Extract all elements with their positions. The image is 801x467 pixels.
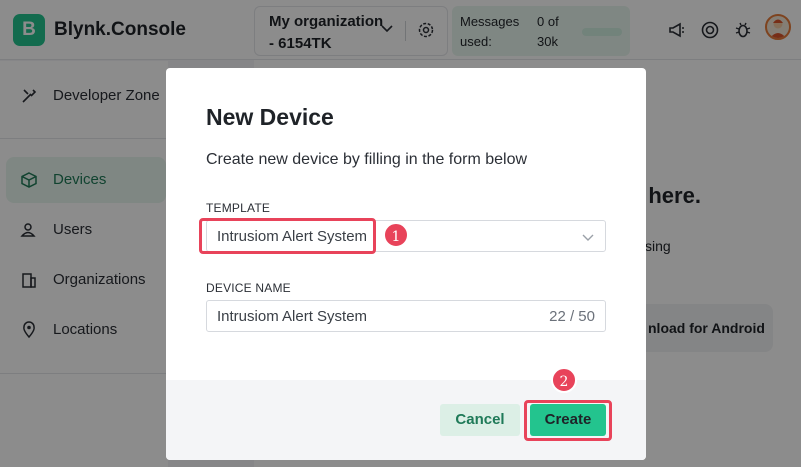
character-counter: 22 / 50 (549, 308, 595, 325)
device-name-label: DEVICE NAME (206, 281, 291, 295)
device-name-field[interactable]: Intrusiom Alert System 22 / 50 (206, 300, 606, 332)
device-name-value: Intrusiom Alert System (217, 308, 368, 325)
chevron-down-icon (582, 234, 594, 241)
dialog-title: New Device (206, 104, 334, 130)
cancel-button[interactable]: Cancel (440, 404, 520, 436)
step-marker-1: 1 (383, 222, 409, 248)
step-marker-2: 2 (551, 367, 577, 393)
dialog-description: Create new device by filling in the form… (206, 151, 528, 168)
template-label: TEMPLATE (206, 201, 271, 215)
highlight-create-button (524, 400, 612, 441)
highlight-template-field (199, 218, 376, 254)
